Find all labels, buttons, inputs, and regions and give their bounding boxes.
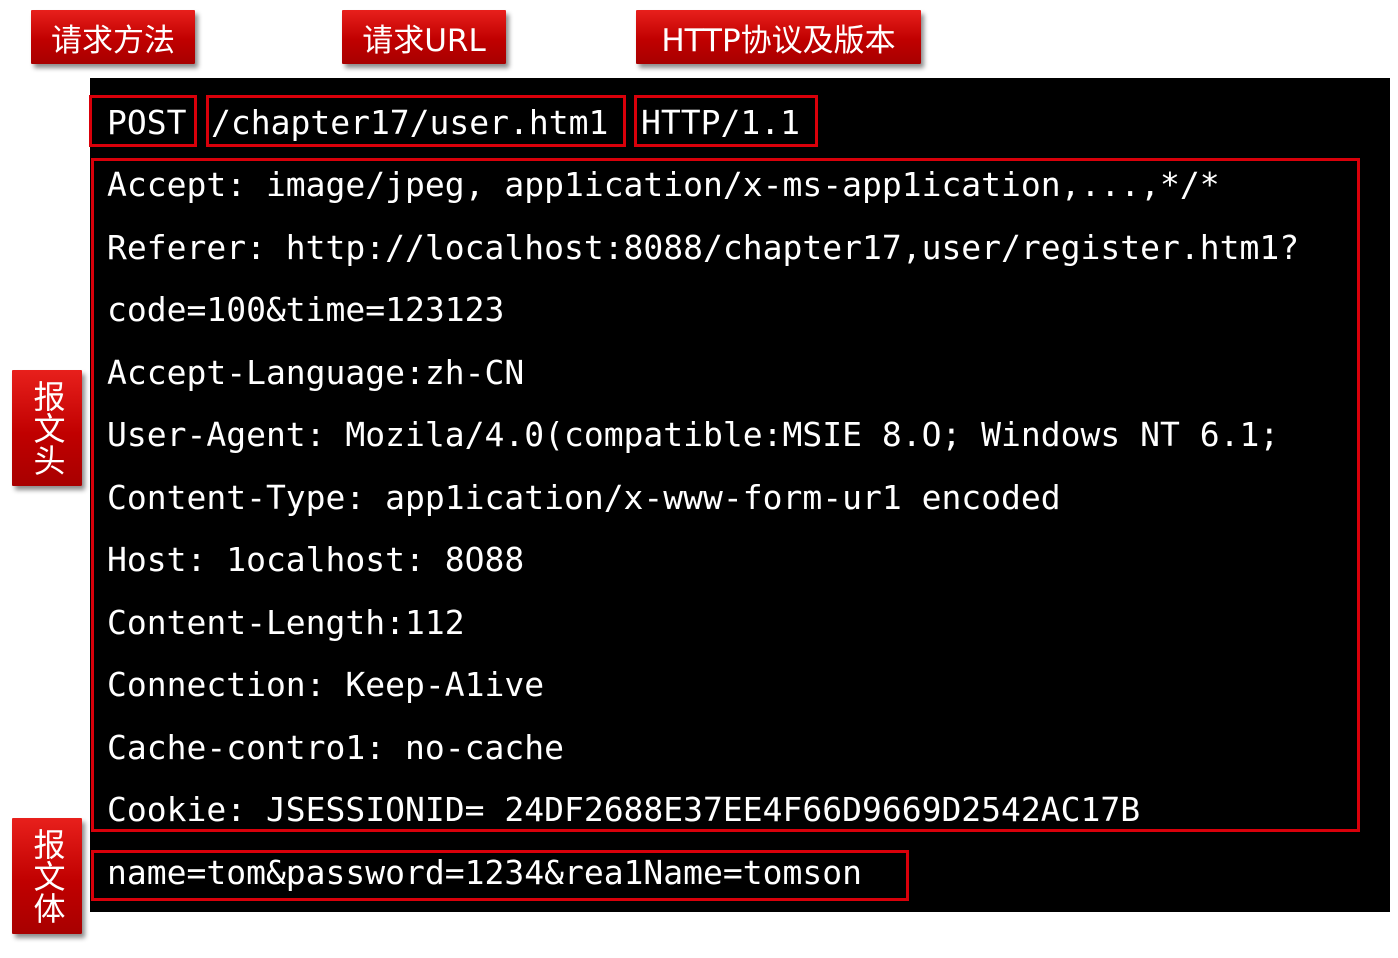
url-highlight-box (206, 95, 626, 147)
label-http-protocol: HTTP协议及版本 (636, 10, 921, 64)
version-highlight-box (634, 95, 818, 147)
label-request-url: 请求URL (342, 10, 506, 64)
label-message-header: 报文头 (12, 370, 82, 486)
method-highlight-box (89, 95, 197, 147)
header-highlight-box (91, 158, 1360, 832)
label-message-body: 报文体 (12, 818, 82, 934)
label-request-method: 请求方法 (31, 10, 195, 64)
body-highlight-box (91, 850, 909, 901)
